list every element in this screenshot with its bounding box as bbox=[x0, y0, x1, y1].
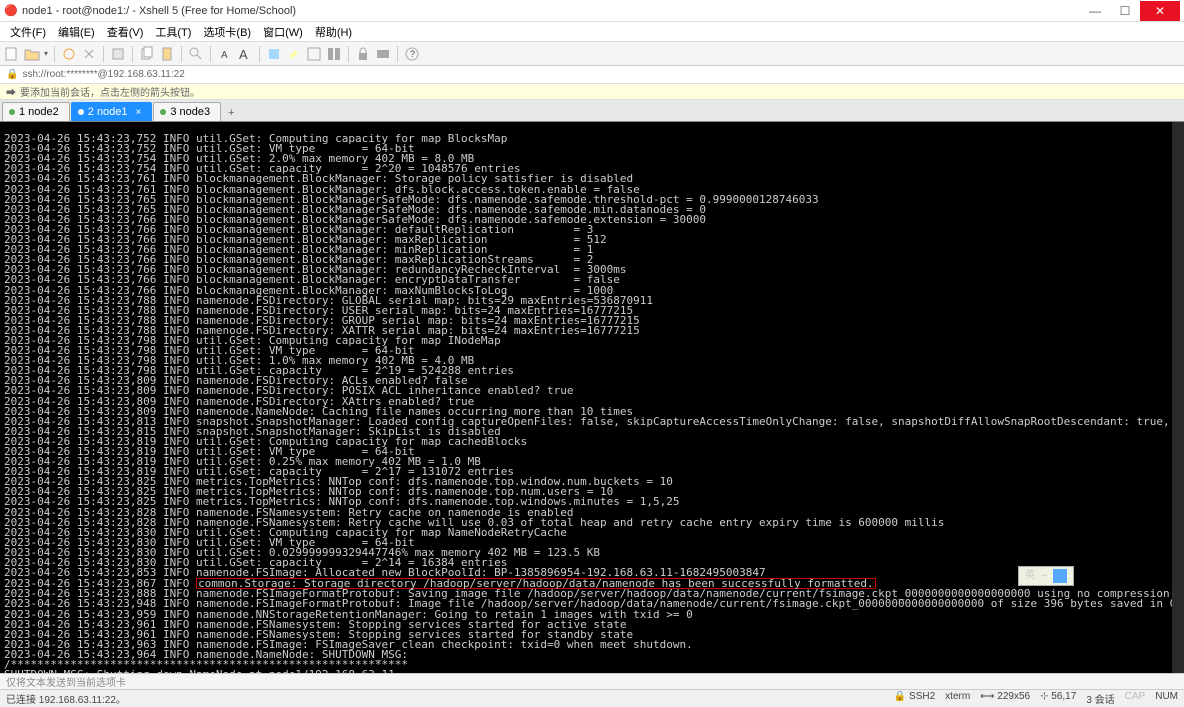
minimize-button[interactable]: — bbox=[1080, 1, 1110, 21]
menu-window[interactable]: 窗口(W) bbox=[257, 24, 309, 40]
status-size: ⟷ 229x56 bbox=[980, 691, 1030, 706]
status-caps: CAP bbox=[1125, 691, 1146, 706]
toolbar: ▾ A A ? bbox=[0, 42, 1184, 66]
find-icon[interactable] bbox=[188, 46, 204, 62]
ime-arrow-icon: → bbox=[1041, 571, 1047, 581]
terminal[interactable]: 2023-04-26 15:43:23,752 INFO util.GSet: … bbox=[0, 122, 1184, 673]
tab-node2[interactable]: 1 node2 bbox=[2, 102, 70, 121]
ime-pin-icon bbox=[1053, 569, 1067, 583]
svg-text:?: ? bbox=[410, 49, 415, 59]
reconnect-icon[interactable] bbox=[61, 46, 77, 62]
menu-edit[interactable]: 编辑(E) bbox=[52, 24, 101, 40]
hint-bar: ⮕ 要添加当前会话，点击左侧的箭头按钮。 bbox=[0, 84, 1184, 100]
menu-file[interactable]: 文件(F) bbox=[4, 24, 52, 40]
svg-text:A: A bbox=[239, 47, 248, 62]
bottom-hint: 仅将文本发送到当前选项卡 bbox=[0, 673, 1184, 689]
status-protocol: 🔒 SSH2 bbox=[894, 691, 935, 706]
status-connection: 已连接 192.168.63.11:22。 bbox=[6, 691, 126, 706]
dropdown-icon[interactable]: ▾ bbox=[44, 49, 48, 58]
maximize-button[interactable]: ☐ bbox=[1110, 1, 1140, 21]
status-sessions: 3 会话 bbox=[1086, 691, 1114, 706]
add-tab-button[interactable]: + bbox=[222, 105, 240, 121]
address-text[interactable]: ssh://root:********@192.168.63.11:22 bbox=[22, 69, 184, 80]
statusbar: 已连接 192.168.63.11:22。 🔒 SSH2 xterm ⟷ 229… bbox=[0, 689, 1184, 707]
new-icon[interactable] bbox=[4, 46, 20, 62]
ime-label: 英 bbox=[1025, 571, 1035, 581]
help-icon[interactable]: ? bbox=[404, 46, 420, 62]
highlight-icon[interactable] bbox=[286, 46, 302, 62]
ime-indicator[interactable]: 英→ bbox=[1018, 566, 1074, 586]
status-pos: ⊹ 56,17 bbox=[1040, 691, 1076, 706]
svg-text:A: A bbox=[221, 50, 228, 61]
paste-icon[interactable] bbox=[159, 46, 175, 62]
status-dot-icon bbox=[78, 109, 84, 115]
menu-tools[interactable]: 工具(T) bbox=[149, 24, 197, 40]
font-smaller-icon[interactable]: A bbox=[217, 46, 233, 62]
status-num: NUM bbox=[1155, 691, 1178, 706]
menu-view[interactable]: 查看(V) bbox=[101, 24, 150, 40]
menubar: 文件(F) 编辑(E) 查看(V) 工具(T) 选项卡(B) 窗口(W) 帮助(… bbox=[0, 22, 1184, 42]
fullscreen-icon[interactable] bbox=[306, 46, 322, 62]
copy-icon[interactable] bbox=[139, 46, 155, 62]
status-dot-icon bbox=[160, 109, 166, 115]
window-title: node1 - root@node1:/ - Xshell 5 (Free fo… bbox=[22, 5, 1080, 17]
app-icon: 🔴 bbox=[4, 4, 18, 18]
open-icon[interactable] bbox=[24, 46, 40, 62]
layout-icon[interactable] bbox=[326, 46, 342, 62]
menu-help[interactable]: 帮助(H) bbox=[309, 24, 358, 40]
xftp-icon[interactable] bbox=[375, 46, 391, 62]
disconnect-icon[interactable] bbox=[81, 46, 97, 62]
lock-small-icon: 🔒 bbox=[6, 69, 18, 80]
arrow-icon[interactable]: ⮕ bbox=[6, 84, 16, 99]
lock-icon[interactable] bbox=[355, 46, 371, 62]
tab-label: 2 node1 bbox=[88, 106, 128, 118]
status-term: xterm bbox=[945, 691, 970, 706]
bottom-hint-text: 仅将文本发送到当前选项卡 bbox=[6, 674, 126, 689]
status-dot-icon bbox=[9, 109, 15, 115]
hint-text: 要添加当前会话，点击左侧的箭头按钮。 bbox=[20, 84, 200, 99]
properties-icon[interactable] bbox=[110, 46, 126, 62]
scrollbar[interactable] bbox=[1172, 122, 1184, 673]
tab-label: 1 node2 bbox=[19, 106, 59, 118]
tab-node3[interactable]: 3 node3 bbox=[153, 102, 221, 121]
color-icon[interactable] bbox=[266, 46, 282, 62]
font-larger-icon[interactable]: A bbox=[237, 46, 253, 62]
close-tab-icon[interactable]: × bbox=[136, 107, 142, 118]
tab-label: 3 node3 bbox=[170, 106, 210, 118]
tab-node1[interactable]: 2 node1 × bbox=[71, 102, 153, 121]
window-controls: — ☐ ✕ bbox=[1080, 1, 1180, 21]
addressbar: 🔒 ssh://root:********@192.168.63.11:22 bbox=[0, 66, 1184, 84]
session-tabs: 1 node2 2 node1 × 3 node3 + bbox=[0, 100, 1184, 122]
close-button[interactable]: ✕ bbox=[1140, 1, 1180, 21]
menu-tab[interactable]: 选项卡(B) bbox=[197, 24, 257, 40]
titlebar: 🔴 node1 - root@node1:/ - Xshell 5 (Free … bbox=[0, 0, 1184, 22]
